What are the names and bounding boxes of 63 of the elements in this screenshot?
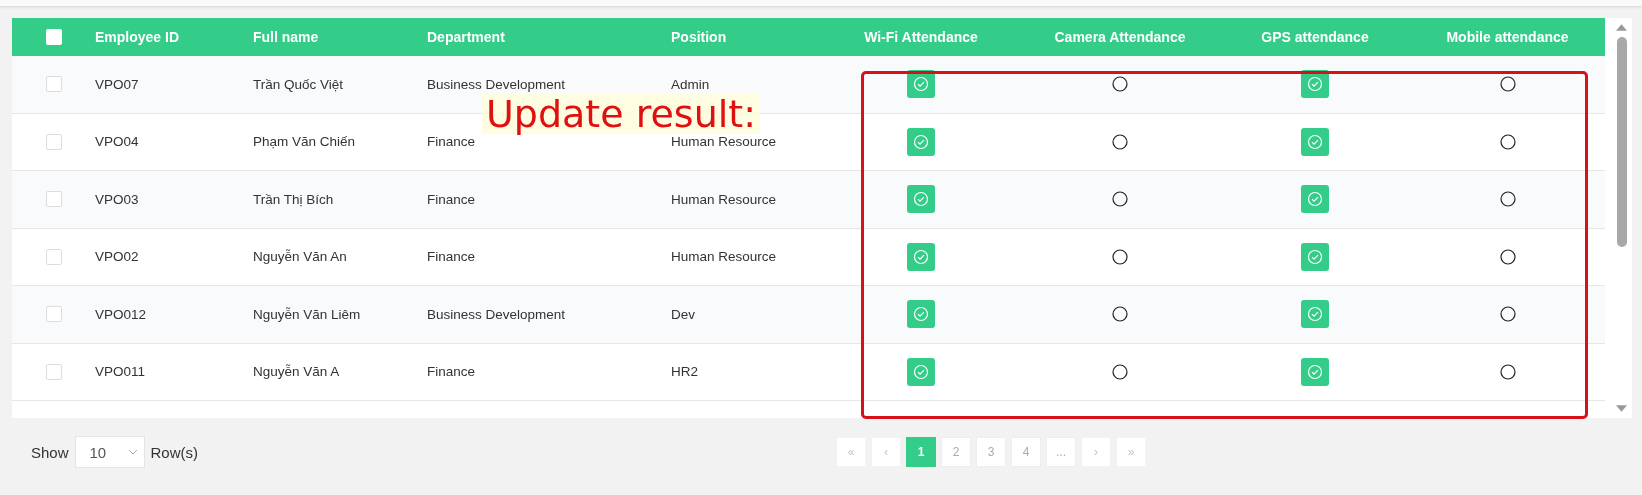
empty-circle-icon[interactable] [1499, 248, 1516, 265]
table-cell: Finance [427, 364, 476, 380]
empty-circle-icon[interactable] [1499, 76, 1516, 93]
empty-circle-icon[interactable] [1112, 248, 1128, 265]
chevron-down-icon[interactable] [127, 449, 138, 455]
table-cell: Phạm Văn Chiến [253, 134, 356, 150]
table-cell: Nguyễn Văn A [253, 364, 340, 380]
table-cell: Trần Thị Bích [253, 191, 334, 207]
column-header: Employee ID [95, 29, 180, 45]
page-button[interactable]: ... [1046, 437, 1076, 467]
table-cell: Admin [671, 76, 710, 92]
table-cell: Finance [427, 134, 476, 150]
empty-circle-icon[interactable] [1499, 363, 1516, 380]
table-cell: Nguyễn Văn An [253, 249, 347, 265]
table-cell: Trần Quốc Việt [253, 76, 344, 92]
column-header: Position [671, 29, 727, 45]
show-label: Show [31, 443, 69, 461]
column-header: Mobile attendance [1446, 29, 1569, 45]
column-header: GPS attendance [1261, 29, 1369, 45]
empty-circle-icon[interactable] [1499, 133, 1516, 150]
table-cell: Finance [427, 249, 476, 265]
table-cell: Dev [671, 306, 695, 322]
row-checkbox[interactable] [45, 363, 62, 380]
empty-circle-icon[interactable] [1499, 306, 1516, 323]
table-cell: VPO04 [95, 134, 139, 150]
table-cell: HR2 [671, 364, 698, 380]
empty-circle-icon[interactable] [1112, 306, 1128, 323]
table-cell: Human Resource [671, 249, 777, 265]
empty-circle-icon[interactable] [1112, 363, 1128, 380]
table-cell: VPO02 [95, 249, 139, 265]
scroll-down-icon[interactable] [1616, 405, 1627, 412]
empty-circle-icon[interactable] [1112, 76, 1128, 93]
annotation-label: Update result: [482, 94, 760, 134]
row-checkbox[interactable] [45, 133, 62, 150]
column-header: Wi-Fi Attendance [864, 29, 978, 45]
table-cell: Business Development [427, 306, 566, 322]
page-button[interactable]: 2 [941, 437, 971, 467]
table-cell: Finance [427, 191, 476, 207]
row-checkbox[interactable] [45, 76, 62, 93]
table-cell: VPO03 [95, 191, 139, 207]
scroll-up-icon[interactable] [1616, 24, 1627, 31]
empty-circle-icon[interactable] [1499, 191, 1516, 208]
empty-circle-icon[interactable] [1112, 191, 1128, 208]
column-header: Camera Attendance [1054, 29, 1186, 45]
table-cell: Human Resource [671, 191, 777, 207]
page-button[interactable]: 3 [976, 437, 1006, 467]
column-header: Department [427, 29, 505, 45]
row-checkbox[interactable] [45, 191, 62, 208]
table-cell: Business Development [427, 76, 566, 92]
row-checkbox[interactable] [45, 248, 62, 265]
rows-label: Row(s) [150, 443, 199, 461]
page-button[interactable]: 1 [906, 437, 936, 467]
table-cell: VPO012 [95, 306, 147, 322]
row-checkbox[interactable] [45, 306, 62, 323]
empty-circle-icon[interactable] [1112, 133, 1128, 150]
column-header: Full name [253, 29, 319, 45]
select-all-checkbox[interactable] [45, 29, 62, 45]
page-size-select[interactable]: 10 [74, 436, 145, 468]
table-cell: Human Resource [671, 134, 777, 150]
table-cell: VPO07 [95, 76, 139, 92]
page-button[interactable]: 4 [1011, 437, 1041, 467]
table-cell: Nguyễn Văn Liêm [253, 306, 361, 322]
table-cell: VPO011 [95, 364, 146, 380]
